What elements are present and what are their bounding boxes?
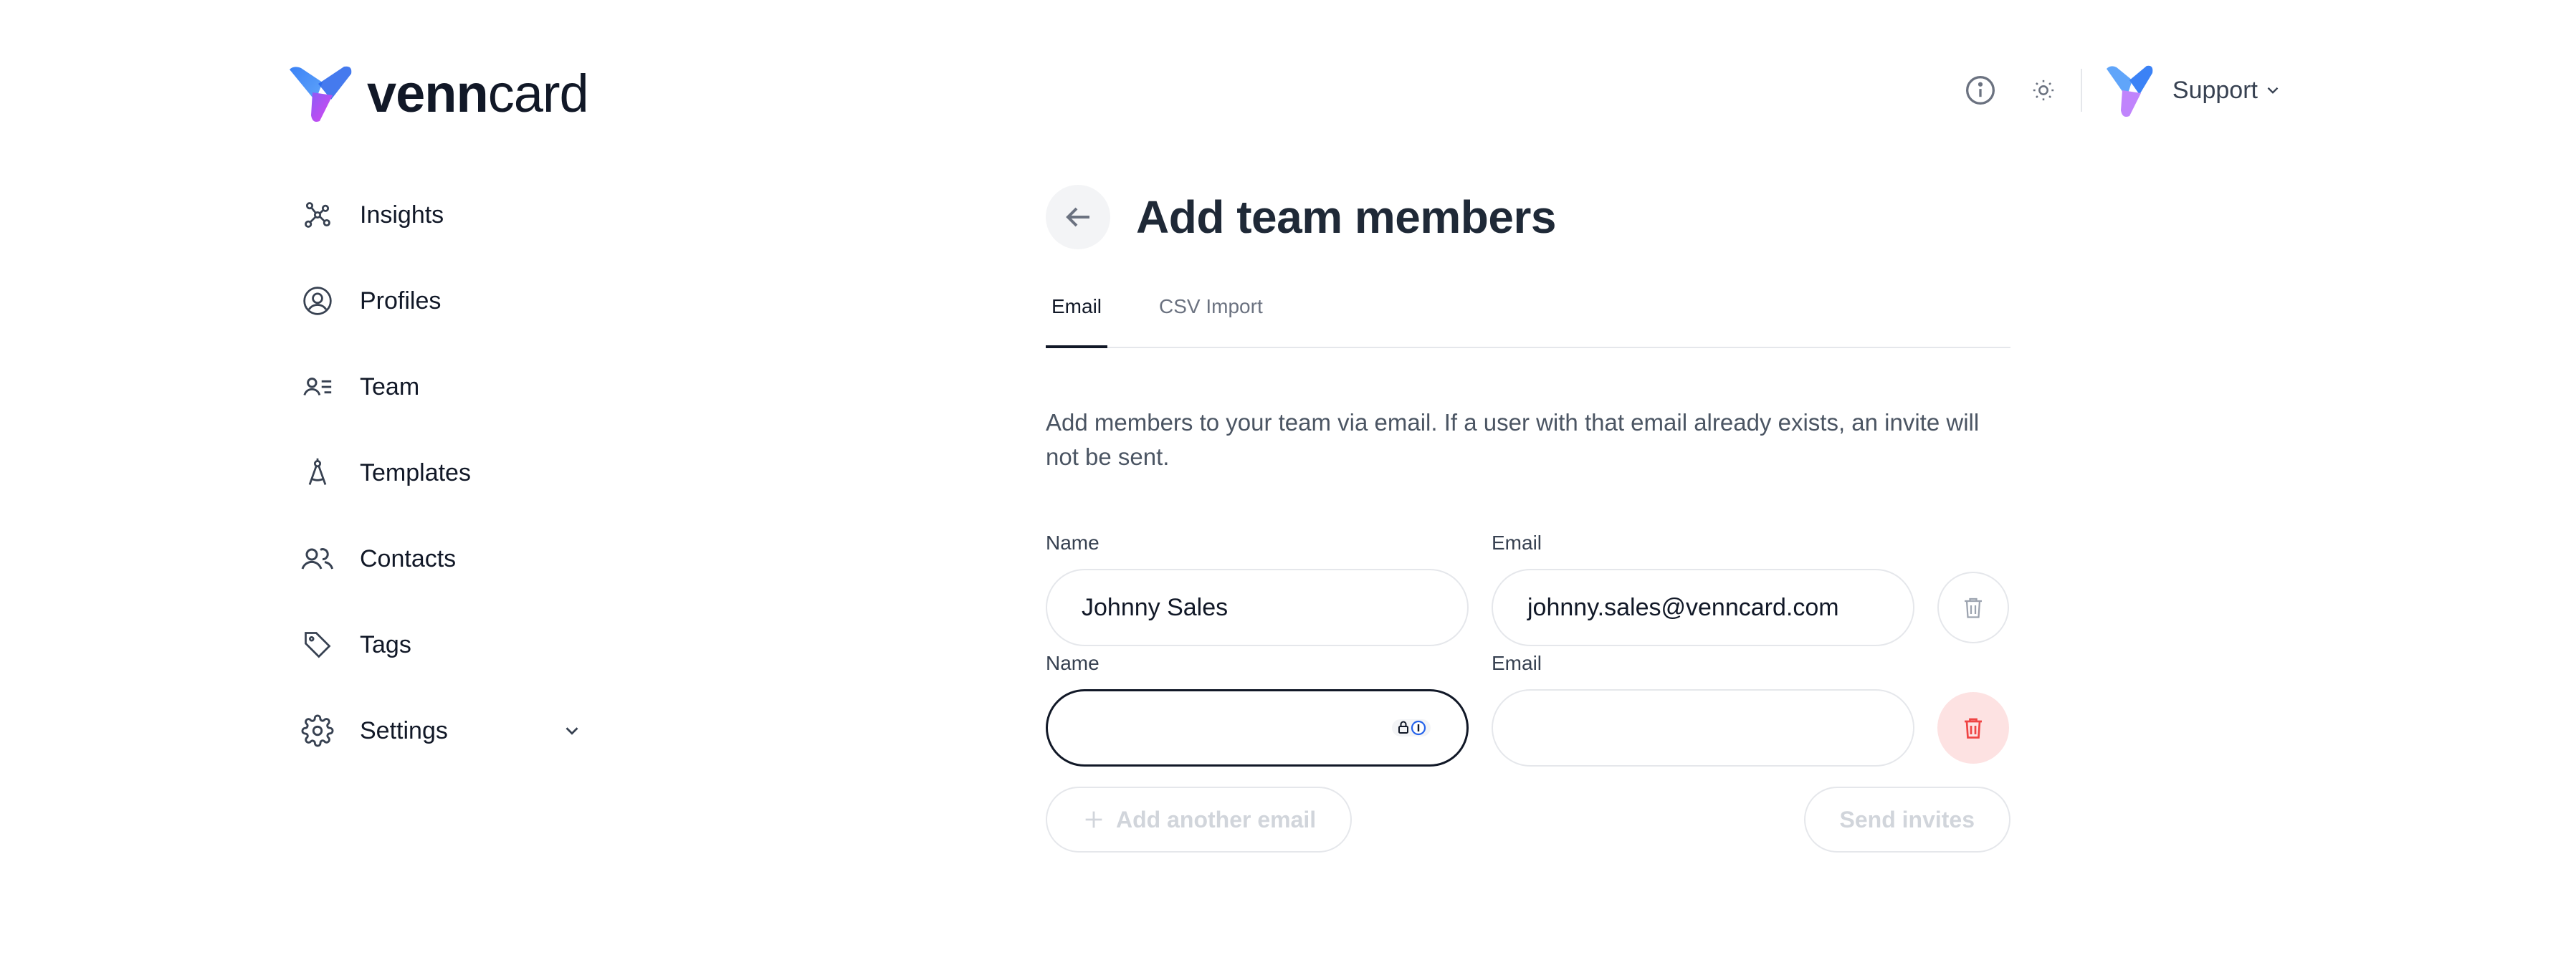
name-field-group: Name xyxy=(1046,652,1469,767)
description-text: Add members to your team via email. If a… xyxy=(1046,409,1980,470)
tab-bar: Email CSV Import xyxy=(1046,285,2010,348)
sidebar-item-label: Tags xyxy=(360,630,411,658)
name-label: Name xyxy=(1046,532,1099,554)
sidebar-item-label: Settings xyxy=(360,716,448,744)
email-input[interactable]: johnny.sales@venncard.com xyxy=(1492,569,1914,646)
send-invites-button[interactable]: Send invites xyxy=(1803,787,2010,853)
page-header: Add team members xyxy=(1046,185,2010,249)
support-menu[interactable]: Support xyxy=(2172,77,2282,105)
name-label: Name xyxy=(1046,652,1099,674)
insights-icon xyxy=(300,197,335,233)
venncard-logo-mark xyxy=(290,66,352,122)
name-input[interactable] xyxy=(1046,689,1469,767)
remove-row-button[interactable] xyxy=(1937,692,2009,764)
email-input[interactable] xyxy=(1492,689,1914,767)
page-title: Add team members xyxy=(1136,191,1556,243)
support-label: Support xyxy=(2172,76,2258,104)
member-row: Name Email xyxy=(1046,652,2010,767)
member-rows: Name Johnny Sales Email johnny.sales@ven… xyxy=(1046,532,2010,767)
sidebar-item-label: Team xyxy=(360,373,420,400)
header-divider xyxy=(2080,69,2082,112)
header-actions: Support xyxy=(1963,60,2282,120)
chevron-down-icon[interactable] xyxy=(558,716,586,745)
name-input[interactable]: Johnny Sales xyxy=(1046,569,1469,646)
gear-icon xyxy=(300,713,335,749)
sidebar-item-label: Templates xyxy=(360,459,471,486)
back-button[interactable] xyxy=(1046,185,1110,249)
add-another-email-label: Add another email xyxy=(1116,806,1317,832)
sidebar-item-team[interactable]: Team xyxy=(300,344,586,430)
member-row: Name Johnny Sales Email johnny.sales@ven… xyxy=(1046,532,2010,646)
chevron-down-icon xyxy=(2267,87,2279,94)
tab-csv-import[interactable]: CSV Import xyxy=(1153,285,1269,347)
sidebar-item-settings[interactable]: Settings xyxy=(300,688,586,774)
sidebar: Insights Profiles Team Templates Contact… xyxy=(300,172,586,774)
templates-icon xyxy=(300,455,335,491)
tag-icon xyxy=(300,627,335,663)
sidebar-item-profiles[interactable]: Profiles xyxy=(300,258,586,344)
sidebar-item-contacts[interactable]: Contacts xyxy=(300,516,586,602)
team-icon xyxy=(300,369,335,405)
contacts-icon xyxy=(300,541,335,577)
tab-email[interactable]: Email xyxy=(1046,285,1108,348)
info-icon[interactable] xyxy=(1963,73,1998,107)
account-avatar[interactable] xyxy=(2101,62,2155,119)
name-field-group: Name Johnny Sales xyxy=(1046,532,1469,646)
plus-icon xyxy=(1082,807,1106,832)
password-manager-icon[interactable] xyxy=(1392,717,1432,739)
sidebar-item-label: Insights xyxy=(360,201,444,229)
sidebar-item-templates[interactable]: Templates xyxy=(300,430,586,516)
email-field-group: Email xyxy=(1492,652,1914,767)
profile-icon xyxy=(300,283,335,319)
trash-icon xyxy=(1965,597,1982,618)
sidebar-item-label: Contacts xyxy=(360,544,457,572)
form-actions: Add another email Send invites xyxy=(1046,787,2010,853)
sidebar-item-label: Profiles xyxy=(360,287,442,315)
main-content: Add team members Email CSV Import Add me… xyxy=(1046,185,2010,853)
trash-icon xyxy=(1965,718,1982,739)
theme-toggle-sun-icon[interactable] xyxy=(2026,73,2061,107)
venncard-logo[interactable]: venncard xyxy=(287,63,589,124)
remove-row-button[interactable] xyxy=(1937,572,2009,643)
email-label: Email xyxy=(1492,532,1542,554)
arrow-left-icon xyxy=(1066,207,1089,227)
brand-wordmark: venncard xyxy=(367,64,589,123)
sidebar-item-tags[interactable]: Tags xyxy=(300,602,586,688)
email-field-group: Email johnny.sales@venncard.com xyxy=(1492,532,1914,646)
add-another-email-button[interactable]: Add another email xyxy=(1046,787,1353,853)
email-label: Email xyxy=(1492,652,1542,674)
sidebar-item-insights[interactable]: Insights xyxy=(300,172,586,258)
